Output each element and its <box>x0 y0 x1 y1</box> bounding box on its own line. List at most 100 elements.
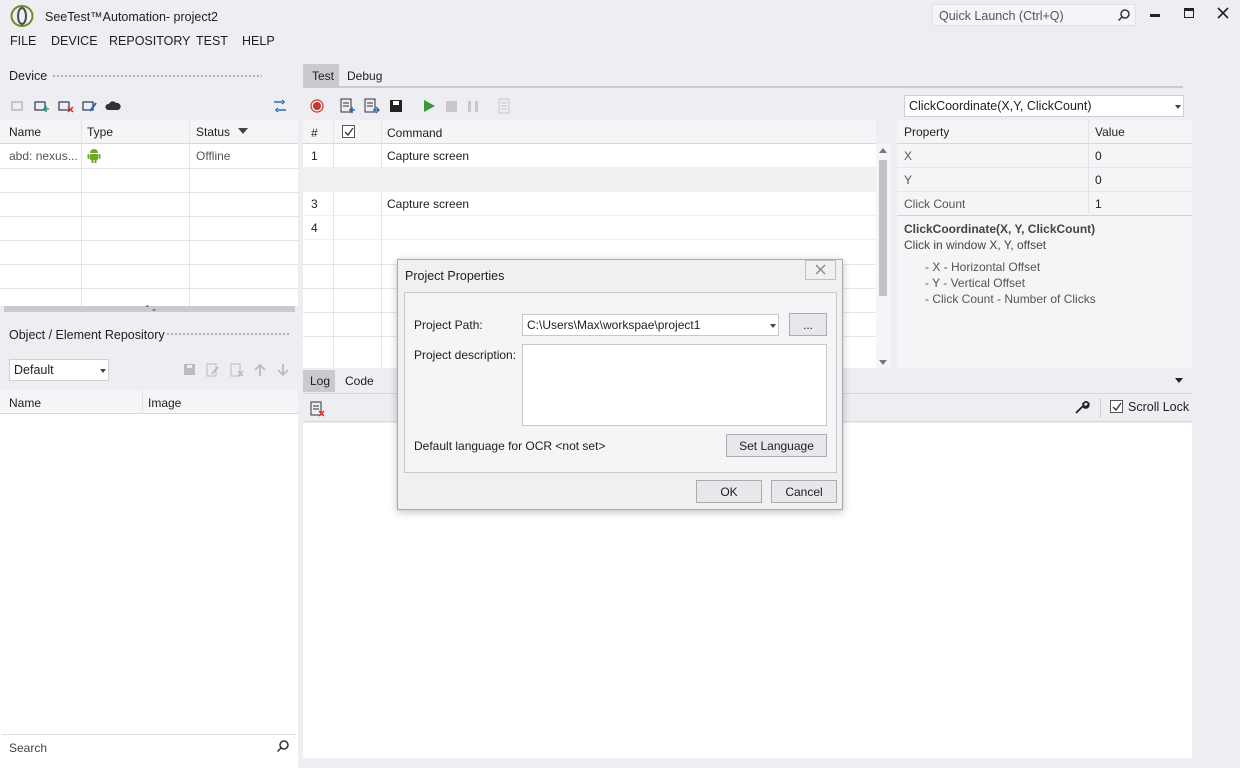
report-icon[interactable] <box>497 98 513 114</box>
cancel-button[interactable]: Cancel <box>771 480 837 503</box>
menu-device[interactable]: DEVICE <box>51 34 98 48</box>
quick-launch-input[interactable]: Quick Launch (Ctrl+Q) <box>939 9 1064 23</box>
column-header-value[interactable]: Value <box>1095 125 1125 139</box>
property-row[interactable]: X 0 <box>897 144 1192 168</box>
device-status: Offline <box>196 149 231 163</box>
wrench-icon[interactable] <box>1074 399 1090 415</box>
cloud-icon[interactable] <box>105 98 121 114</box>
column-header-image[interactable]: Image <box>148 396 181 410</box>
search-icon[interactable] <box>1117 8 1131 25</box>
vertical-splitter[interactable] <box>298 64 302 768</box>
column-header-type[interactable]: Type <box>87 125 113 139</box>
pause-icon[interactable] <box>466 98 482 114</box>
stop-icon[interactable] <box>444 98 460 114</box>
arrow-down-icon[interactable] <box>275 362 291 378</box>
set-language-button-label: Set Language <box>739 438 814 453</box>
tab-test[interactable]: Test <box>303 64 339 86</box>
properties-panel: Property Value X 0 Y 0 Click Count 1 Cli… <box>897 120 1192 368</box>
dialog-title: Project Properties <box>405 269 505 283</box>
tab-code[interactable]: Code <box>345 374 374 388</box>
repository-search-input[interactable]: Search <box>9 741 47 755</box>
column-header-command[interactable]: Command <box>387 126 442 140</box>
scroll-thumb[interactable] <box>879 160 887 296</box>
maximize-icon[interactable] <box>1184 8 1194 18</box>
table-row[interactable]: 3 Capture screen <box>303 192 876 216</box>
chevron-down-icon <box>100 369 106 373</box>
column-header-status[interactable]: Status <box>196 125 230 139</box>
panel-grip <box>52 74 262 79</box>
scroll-up-icon[interactable] <box>879 148 887 153</box>
chevron-down-icon[interactable] <box>770 324 776 328</box>
tab-debug[interactable]: Debug <box>347 69 382 83</box>
scroll-lock-label[interactable]: Scroll Lock <box>1128 400 1189 414</box>
ok-button[interactable]: OK <box>696 480 762 503</box>
column-header-name[interactable]: Name <box>9 396 41 410</box>
device-settings-icon[interactable] <box>272 98 288 114</box>
ocr-language-label: Default language for OCR <not set> <box>414 439 606 453</box>
panel-splitter[interactable]: ⌃⌄ <box>4 305 295 313</box>
delete-element-icon[interactable] <box>229 362 245 378</box>
property-name: X <box>904 149 913 163</box>
quick-launch[interactable]: Quick Launch (Ctrl+Q) <box>932 4 1136 26</box>
close-icon[interactable] <box>1216 6 1230 20</box>
scroll-lock-checkbox[interactable] <box>1110 400 1123 413</box>
edit-element-icon[interactable] <box>205 362 221 378</box>
edit-device-icon[interactable] <box>82 98 98 114</box>
dialog-body: Project Path: C:\Users\Max\workspae\proj… <box>404 292 837 473</box>
sort-down-icon[interactable] <box>238 128 248 134</box>
add-device-icon[interactable] <box>34 98 50 114</box>
record-icon[interactable] <box>310 98 326 114</box>
property-row[interactable]: Y 0 <box>897 168 1192 192</box>
project-path-combobox[interactable]: C:\Users\Max\workspae\project1 <box>522 314 779 336</box>
clear-log-icon[interactable] <box>310 401 326 417</box>
device-name: abd: nexus... <box>9 149 78 163</box>
project-properties-dialog: Project Properties Project Path: C:\User… <box>397 259 843 510</box>
menu-help[interactable]: HELP <box>242 34 275 48</box>
help-item: - Y - Vertical Offset <box>925 276 1026 290</box>
scroll-down-icon[interactable] <box>879 360 887 365</box>
save-element-icon[interactable] <box>182 362 198 378</box>
device-table: Name Type Status abd: nexus... Offline <box>0 120 298 306</box>
tab-log[interactable]: Log <box>303 370 335 392</box>
repository-search[interactable]: Search <box>2 734 296 758</box>
property-value[interactable]: 0 <box>1095 173 1102 187</box>
search-icon[interactable] <box>276 739 290 756</box>
command-dropdown[interactable]: ClickCoordinate(X,Y, ClickCount) <box>904 95 1184 117</box>
property-row[interactable]: Click Count 1 <box>897 192 1192 216</box>
new-test-icon[interactable] <box>340 98 356 114</box>
project-path-label: Project Path: <box>414 318 483 332</box>
column-header-number[interactable]: # <box>311 126 318 140</box>
property-name: Click Count <box>904 197 966 211</box>
property-value[interactable]: 0 <box>1095 149 1102 163</box>
browse-button[interactable]: ... <box>789 313 827 336</box>
column-header-property[interactable]: Property <box>904 125 949 139</box>
table-row[interactable] <box>303 168 876 192</box>
property-value[interactable]: 1 <box>1095 197 1102 211</box>
menu-file[interactable]: FILE <box>10 34 36 48</box>
arrow-up-icon[interactable] <box>252 362 268 378</box>
project-description-field[interactable] <box>522 344 827 426</box>
minimize-icon[interactable] <box>1150 14 1160 17</box>
column-header-name[interactable]: Name <box>9 125 41 139</box>
dialog-close-button[interactable] <box>805 260 836 280</box>
test-table-scrollbar[interactable] <box>876 144 890 368</box>
remove-device-icon[interactable] <box>10 98 26 114</box>
play-icon[interactable] <box>421 98 437 114</box>
open-test-icon[interactable] <box>364 98 380 114</box>
repository-dropdown[interactable]: Default <box>9 359 109 381</box>
menu-test[interactable]: TEST <box>196 34 228 48</box>
table-row[interactable]: 1 Capture screen <box>303 144 876 168</box>
delete-device-icon[interactable] <box>58 98 74 114</box>
table-row[interactable]: abd: nexus... Offline <box>0 144 298 168</box>
test-tabs: Test Debug <box>303 64 1183 88</box>
chevron-down-icon[interactable] <box>1175 378 1183 383</box>
save-icon[interactable] <box>388 98 404 114</box>
panel-grip <box>166 332 290 337</box>
repository-panel-title: Object / Element Repository <box>9 328 165 342</box>
set-language-button[interactable]: Set Language <box>726 434 827 457</box>
android-icon <box>87 148 101 167</box>
table-row[interactable]: 4 <box>303 216 876 240</box>
project-path-input[interactable]: C:\Users\Max\workspae\project1 <box>527 318 700 332</box>
select-all-checkbox[interactable] <box>342 125 355 138</box>
menu-repository[interactable]: REPOSITORY <box>109 34 191 48</box>
